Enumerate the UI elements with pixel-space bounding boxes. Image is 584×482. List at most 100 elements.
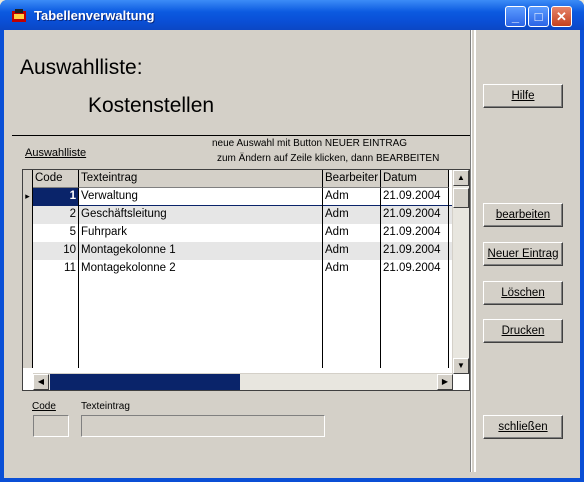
column-header-bearbeiter[interactable]: Bearbeiter bbox=[323, 170, 381, 188]
empty-cell bbox=[323, 350, 381, 368]
empty-cell bbox=[23, 350, 33, 368]
row-indicator bbox=[23, 224, 33, 242]
empty-cell bbox=[33, 314, 79, 332]
vertical-scrollbar[interactable]: ▲ ▼ bbox=[452, 170, 469, 374]
help-button[interactable]: Hilfe bbox=[483, 84, 563, 108]
empty-cell bbox=[323, 296, 381, 314]
empty-cell bbox=[23, 278, 33, 296]
cell-datum: 21.09.2004 bbox=[381, 206, 449, 224]
print-button-label: Drucken bbox=[501, 324, 545, 337]
left-pane: Auswahlliste: Kostenstellen neue Auswahl… bbox=[4, 30, 472, 472]
close-dialog-button-label: schließen bbox=[498, 420, 548, 433]
minimize-icon: _ bbox=[511, 9, 520, 24]
cell-code: 2 bbox=[33, 206, 79, 224]
cell-text: Fuhrpark bbox=[79, 224, 323, 242]
cell-code: 10 bbox=[33, 242, 79, 260]
hint-line-2: zum Ändern auf Zeile klicken, dann BEARB… bbox=[217, 153, 440, 164]
table-row[interactable]: 5 Fuhrpark Adm 21.09.2004 bbox=[23, 224, 453, 242]
print-button[interactable]: Drucken bbox=[483, 319, 563, 343]
button-pane: Hilfe bearbeiten Neuer Eintrag Löschen D… bbox=[474, 30, 578, 472]
new-entry-button-label: Neuer Eintrag bbox=[487, 247, 559, 260]
grid-header: Code Texteintrag Bearbeiter Datum bbox=[23, 170, 453, 188]
edit-button-label: bearbeiten bbox=[495, 208, 551, 221]
empty-cell bbox=[79, 296, 323, 314]
empty-row bbox=[23, 278, 453, 296]
divider bbox=[12, 135, 472, 137]
scroll-down-button[interactable]: ▼ bbox=[453, 358, 469, 374]
empty-cell bbox=[381, 314, 449, 332]
empty-cell bbox=[79, 332, 323, 350]
empty-cell bbox=[381, 296, 449, 314]
app-window: Tabellenverwaltung _ □ ✕ Auswahlliste: K… bbox=[0, 0, 584, 482]
help-button-label: Hilfe bbox=[511, 89, 535, 102]
row-indicator bbox=[23, 260, 33, 278]
scroll-left-button[interactable]: ◀ bbox=[33, 374, 49, 390]
empty-cell bbox=[79, 314, 323, 332]
horizontal-scrollbar[interactable]: ◀ ▶ bbox=[33, 373, 453, 390]
empty-cell bbox=[381, 278, 449, 296]
empty-cell bbox=[323, 332, 381, 350]
row-indicator: ▸ bbox=[23, 188, 33, 206]
row-indicator bbox=[23, 242, 33, 260]
empty-row bbox=[23, 314, 453, 332]
header-indicator bbox=[23, 170, 33, 188]
maximize-button[interactable]: □ bbox=[528, 6, 549, 27]
cell-datum: 21.09.2004 bbox=[381, 242, 449, 260]
cell-bearbeiter: Adm bbox=[323, 206, 381, 224]
table-row[interactable]: 2 Geschäftsleitung Adm 21.09.2004 bbox=[23, 206, 453, 224]
empty-cell bbox=[79, 350, 323, 368]
empty-cell bbox=[323, 314, 381, 332]
horizontal-scroll-thumb[interactable] bbox=[50, 374, 240, 390]
minimize-button[interactable]: _ bbox=[505, 6, 526, 27]
empty-cell bbox=[33, 332, 79, 350]
edit-button[interactable]: bearbeiten bbox=[483, 203, 563, 227]
empty-row bbox=[23, 350, 453, 368]
empty-cell bbox=[23, 332, 33, 350]
scroll-up-button[interactable]: ▲ bbox=[453, 170, 469, 186]
cell-datum: 21.09.2004 bbox=[381, 188, 449, 206]
empty-cell bbox=[33, 350, 79, 368]
cell-text: Montagekolonne 2 bbox=[79, 260, 323, 278]
delete-button-label: Löschen bbox=[501, 286, 545, 299]
empty-cell bbox=[33, 278, 79, 296]
cell-text: Montagekolonne 1 bbox=[79, 242, 323, 260]
code-field[interactable] bbox=[33, 415, 69, 437]
window-client: Auswahlliste: Kostenstellen neue Auswahl… bbox=[4, 30, 580, 478]
cell-bearbeiter: Adm bbox=[323, 242, 381, 260]
cell-text: Geschäftsleitung bbox=[79, 206, 323, 224]
table-row[interactable]: ▸ 1 Verwaltung Adm 21.09.2004 bbox=[23, 188, 453, 206]
cell-code: 5 bbox=[33, 224, 79, 242]
empty-cell bbox=[381, 332, 449, 350]
table-row[interactable]: 11 Montagekolonne 2 Adm 21.09.2004 bbox=[23, 260, 453, 278]
cell-bearbeiter: Adm bbox=[323, 260, 381, 278]
empty-cell bbox=[323, 278, 381, 296]
cell-code: 1 bbox=[33, 188, 79, 206]
new-entry-button[interactable]: Neuer Eintrag bbox=[483, 242, 563, 266]
window-title: Tabellenverwaltung bbox=[34, 8, 155, 23]
empty-cell bbox=[381, 350, 449, 368]
empty-cell bbox=[79, 278, 323, 296]
app-icon bbox=[12, 9, 26, 22]
empty-cell bbox=[33, 296, 79, 314]
cell-datum: 21.09.2004 bbox=[381, 224, 449, 242]
text-field[interactable] bbox=[81, 415, 325, 437]
title-bar[interactable]: Tabellenverwaltung _ □ ✕ bbox=[0, 0, 584, 30]
delete-button[interactable]: Löschen bbox=[483, 281, 563, 305]
scroll-right-button[interactable]: ▶ bbox=[437, 374, 453, 390]
close-dialog-button[interactable]: schließen bbox=[483, 415, 563, 439]
table-row[interactable]: 10 Montagekolonne 1 Adm 21.09.2004 bbox=[23, 242, 453, 260]
row-indicator bbox=[23, 206, 33, 224]
close-button[interactable]: ✕ bbox=[551, 6, 572, 27]
close-icon: ✕ bbox=[556, 9, 567, 24]
empty-cell bbox=[23, 296, 33, 314]
column-header-code[interactable]: Code bbox=[33, 170, 79, 188]
vertical-scroll-thumb[interactable] bbox=[453, 188, 469, 208]
cell-datum: 21.09.2004 bbox=[381, 260, 449, 278]
cell-bearbeiter: Adm bbox=[323, 188, 381, 206]
cell-bearbeiter: Adm bbox=[323, 224, 381, 242]
maximize-icon: □ bbox=[534, 9, 543, 24]
column-header-texteintrag[interactable]: Texteintrag bbox=[79, 170, 323, 188]
column-header-datum[interactable]: Datum bbox=[381, 170, 449, 188]
data-grid[interactable]: Code Texteintrag Bearbeiter Datum ▸ 1 Verw… bbox=[22, 169, 470, 391]
page-title: Auswahlliste: bbox=[20, 56, 143, 79]
